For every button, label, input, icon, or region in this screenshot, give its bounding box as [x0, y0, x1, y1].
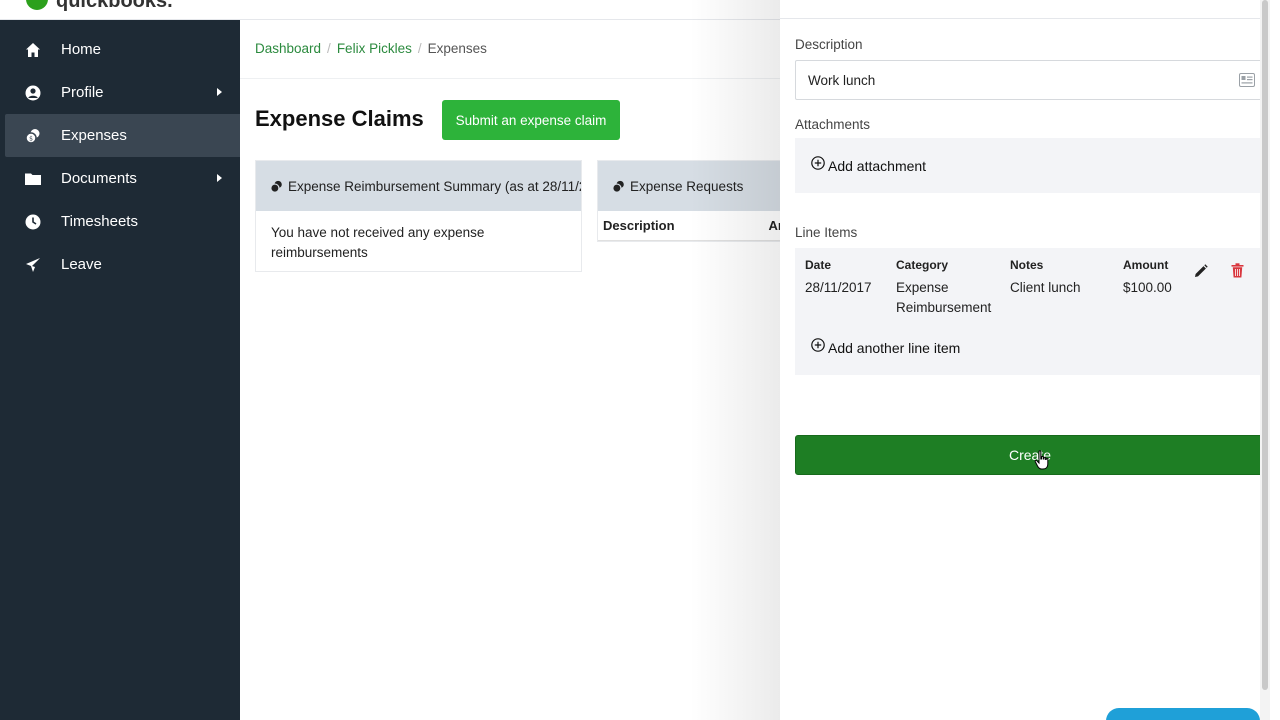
card-title: Expense Requests — [630, 178, 744, 194]
line-item-category: Category Expense Reimbursement — [896, 258, 1006, 318]
svg-text:$: $ — [29, 135, 33, 142]
expense-claim-panel: Description Attachments Add attachment L… — [780, 0, 1270, 720]
line-item-notes: Notes Client lunch — [1010, 258, 1081, 298]
description-label: Description — [795, 37, 863, 52]
plus-circle-icon — [811, 155, 825, 170]
add-line-item-label: Add another line item — [828, 339, 961, 356]
amount-value: $100.00 — [1123, 280, 1172, 295]
column-header-amount: Ar — [768, 218, 780, 233]
sidebar-item-label: Documents — [61, 170, 137, 187]
panel-scrollbar[interactable] — [1260, 0, 1270, 720]
sidebar-item-label: Profile — [61, 84, 104, 101]
reimbursement-summary-card: Expense Reimbursement Summary (as at 28/… — [255, 160, 582, 272]
description-input[interactable] — [795, 60, 1265, 100]
column-header-amount: Amount — [1123, 258, 1169, 272]
scrollbar-thumb[interactable] — [1262, 0, 1268, 690]
main-content: Dashboard / Felix Pickles / Expenses Exp… — [240, 20, 780, 720]
category-value: Expense Reimbursement — [896, 280, 992, 315]
sidebar-item-home[interactable]: Home — [0, 28, 240, 71]
home-icon — [24, 41, 42, 59]
sidebar-item-label: Leave — [61, 256, 102, 273]
add-line-item-button[interactable]: Add another line item — [795, 320, 1265, 375]
trash-icon[interactable] — [1231, 263, 1244, 278]
plane-icon — [24, 256, 42, 274]
chevron-right-icon — [217, 88, 222, 96]
sidebar-item-documents[interactable]: Documents — [0, 157, 240, 200]
hand-cursor-icon — [1034, 450, 1050, 470]
notes-value: Client lunch — [1010, 280, 1081, 295]
pencil-icon[interactable] — [1194, 264, 1208, 278]
breadcrumb-dashboard-link[interactable]: Dashboard — [255, 41, 321, 56]
sidebar-item-label: Timesheets — [61, 213, 138, 230]
sidebar-item-label: Home — [61, 41, 102, 58]
top-bar: quickbooks. — [0, 0, 780, 20]
coins-icon — [270, 180, 283, 193]
sidebar-item-timesheets[interactable]: Timesheets — [0, 200, 240, 243]
breadcrumb-person-link[interactable]: Felix Pickles — [337, 41, 412, 56]
column-header-date: Date — [805, 258, 832, 272]
user-icon — [24, 84, 42, 102]
breadcrumb-separator: / — [327, 41, 331, 56]
line-items-label: Line Items — [795, 225, 858, 240]
sidebar: Home Profile $ Expenses Documents Timesh… — [0, 20, 240, 720]
column-header-description: Description — [603, 218, 675, 233]
breadcrumb-current: Expenses — [427, 41, 487, 56]
card-header: Expense Reimbursement Summary (as at 28/… — [256, 161, 581, 211]
plus-circle-icon — [811, 337, 825, 352]
add-attachment-button[interactable]: Add attachment — [795, 138, 1265, 193]
coins-icon: $ — [24, 127, 42, 145]
brand-logo-icon — [26, 0, 48, 10]
chevron-right-icon — [217, 174, 222, 182]
chat-widget-button[interactable] — [1106, 708, 1260, 720]
sidebar-item-expenses[interactable]: $ Expenses — [5, 114, 240, 157]
breadcrumb: Dashboard / Felix Pickles / Expenses — [255, 41, 487, 56]
breadcrumb-separator: / — [417, 41, 422, 56]
page-title: Expense Claims — [255, 106, 424, 131]
card-body-text: You have not received any expense reimbu… — [271, 225, 485, 260]
clock-icon — [24, 213, 42, 231]
column-header-category: Category — [896, 258, 949, 272]
card-header: Expense Requests — [598, 161, 780, 211]
attachments-label: Attachments — [795, 117, 871, 132]
table-header-row: Description Ar — [598, 211, 780, 241]
line-item-amount: Amount $100.00 — [1123, 258, 1172, 298]
panel-divider — [780, 18, 1270, 19]
brand-name: quickbooks. — [56, 0, 173, 12]
submit-expense-claim-button[interactable]: Submit an expense claim — [442, 100, 620, 140]
add-attachment-label: Add attachment — [828, 157, 927, 174]
line-item-date: Date 28/11/2017 — [805, 258, 872, 298]
line-item-row: Date 28/11/2017 Category Expense Reimbur… — [795, 248, 1265, 320]
header-divider — [240, 78, 780, 79]
expense-requests-card: Expense Requests Description Ar — [597, 160, 780, 242]
create-button[interactable]: Create — [795, 435, 1265, 475]
contact-card-icon[interactable] — [1239, 73, 1255, 87]
card-title: Expense Reimbursement Summary (as at 28/… — [288, 178, 582, 194]
date-value: 28/11/2017 — [805, 280, 872, 295]
sidebar-item-profile[interactable]: Profile — [0, 71, 240, 114]
sidebar-item-leave[interactable]: Leave — [0, 243, 240, 286]
folder-icon — [24, 170, 42, 188]
column-header-notes: Notes — [1010, 258, 1044, 272]
sidebar-item-label: Expenses — [61, 127, 127, 144]
coins-icon — [612, 180, 625, 193]
